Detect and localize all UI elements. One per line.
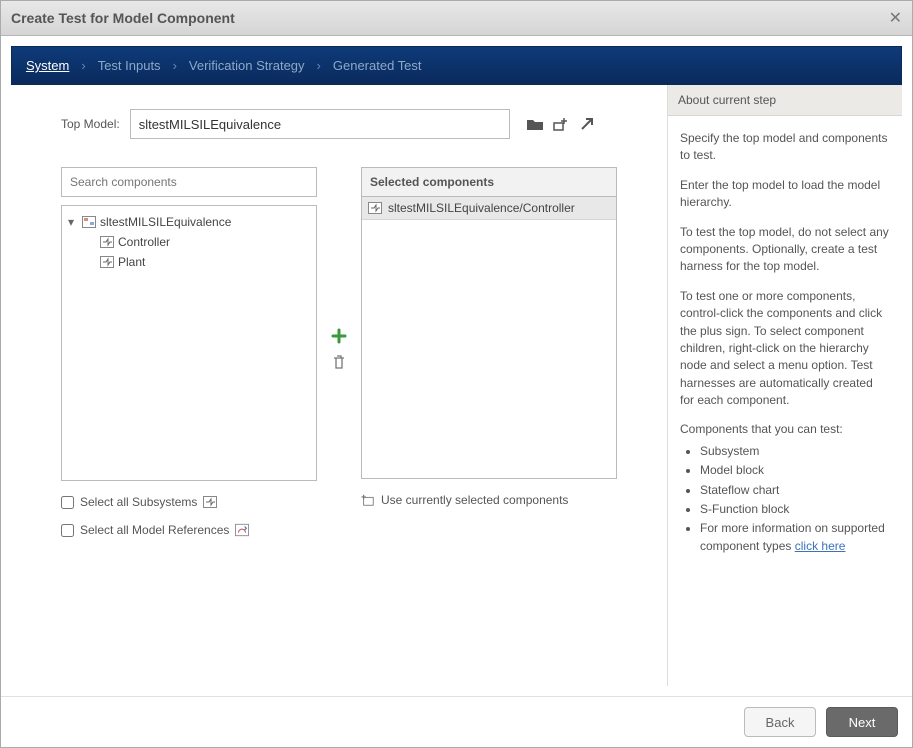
footer: Back Next <box>1 696 912 747</box>
body-row: Top Model: <box>11 85 902 686</box>
tree-node-label: Controller <box>118 235 170 249</box>
select-all-subsystems-row[interactable]: Select all Subsystems <box>61 495 317 509</box>
breadcrumb: System › Test Inputs › Verification Stra… <box>11 46 902 85</box>
tree-node-label: sltestMILSILEquivalence <box>100 215 231 229</box>
breadcrumb-step-system[interactable]: System <box>26 58 69 73</box>
selected-item-label: sltestMILSILEquivalence/Controller <box>388 201 575 215</box>
about-bullet-more-info: For more information on supported compon… <box>700 520 890 555</box>
add-component-button[interactable] <box>330 327 348 345</box>
selected-components-list[interactable]: sltestMILSILEquivalence/Controller <box>361 196 617 479</box>
breadcrumb-step-verification[interactable]: Verification Strategy <box>189 58 305 73</box>
search-components-input[interactable] <box>61 167 317 197</box>
available-column: ▾ sltestMILSILEquivalence <box>61 167 317 537</box>
selected-components-header: Selected components <box>361 167 617 197</box>
top-model-label: Top Model: <box>61 117 120 131</box>
select-all-subsystems-label: Select all Subsystems <box>80 495 197 509</box>
top-model-row: Top Model: <box>61 109 617 139</box>
about-bullet-list: Subsystem Model block Stateflow chart S-… <box>680 443 890 555</box>
model-reference-icon <box>235 524 249 536</box>
titlebar: Create Test for Model Component ✕ <box>1 1 912 36</box>
left-panel: Top Model: <box>11 85 667 686</box>
selected-item[interactable]: sltestMILSILEquivalence/Controller <box>362 197 616 220</box>
about-panel: About current step Specify the top model… <box>667 85 902 686</box>
select-all-modelrefs-row[interactable]: Select all Model References <box>61 523 317 537</box>
select-all-modelrefs-label: Select all Model References <box>80 523 229 537</box>
breadcrumb-step-generated-test[interactable]: Generated Test <box>333 58 422 73</box>
subsystem-block-icon <box>100 236 114 248</box>
window-title: Create Test for Model Component <box>11 10 235 26</box>
about-paragraph: Specify the top model and components to … <box>680 130 890 165</box>
about-header: About current step <box>668 85 902 116</box>
open-external-icon[interactable] <box>578 116 596 132</box>
select-all-subsystems-checkbox[interactable] <box>61 496 74 509</box>
tree-child-node[interactable]: Controller <box>66 232 312 252</box>
top-model-toolbar <box>526 116 596 132</box>
next-button[interactable]: Next <box>826 707 898 737</box>
tree-child-node[interactable]: Plant <box>66 252 312 272</box>
about-paragraph: Enter the top model to load the model hi… <box>680 177 890 212</box>
use-currently-selected-button[interactable]: Use currently selected components <box>361 493 617 507</box>
select-all-modelrefs-checkbox[interactable] <box>61 524 74 537</box>
about-bullet: Stateflow chart <box>700 482 890 499</box>
chevron-right-icon: › <box>317 58 321 73</box>
subsystem-block-icon <box>203 496 217 508</box>
model-block-icon <box>82 216 96 228</box>
subsystem-block-icon <box>100 256 114 268</box>
about-bullet: S-Function block <box>700 501 890 518</box>
remove-component-button[interactable] <box>330 353 348 371</box>
more-info-link[interactable]: click here <box>795 539 846 553</box>
chevron-right-icon: › <box>81 58 85 73</box>
about-paragraph: To test the top model, do not select any… <box>680 224 890 276</box>
add-from-current-icon[interactable] <box>552 116 570 132</box>
about-paragraph: To test one or more components, control-… <box>680 288 890 410</box>
tree-collapse-icon[interactable]: ▾ <box>68 215 78 229</box>
about-bullet: Model block <box>700 462 890 479</box>
use-currently-selected-label: Use currently selected components <box>381 493 568 507</box>
add-selection-icon <box>361 494 375 506</box>
tree-node-label: Plant <box>118 255 145 269</box>
about-list-intro: Components that you can test: <box>680 421 890 438</box>
breadcrumb-step-test-inputs[interactable]: Test Inputs <box>98 58 161 73</box>
close-icon[interactable]: ✕ <box>889 8 902 28</box>
top-model-input[interactable] <box>130 109 510 139</box>
about-body: Specify the top model and components to … <box>668 116 902 571</box>
chevron-right-icon: › <box>173 58 177 73</box>
transfer-buttons <box>325 167 353 371</box>
selected-column: Selected components sltestMILSILEquivale… <box>361 167 617 507</box>
content-area: System › Test Inputs › Verification Stra… <box>1 36 912 696</box>
dialog-window: Create Test for Model Component ✕ System… <box>0 0 913 748</box>
about-bullet: Subsystem <box>700 443 890 460</box>
back-button[interactable]: Back <box>744 707 816 737</box>
component-columns: ▾ sltestMILSILEquivalence <box>61 167 617 537</box>
tree-root-node[interactable]: ▾ sltestMILSILEquivalence <box>66 212 312 232</box>
browse-folder-icon[interactable] <box>526 116 544 132</box>
subsystem-block-icon <box>368 202 382 214</box>
component-tree[interactable]: ▾ sltestMILSILEquivalence <box>61 205 317 481</box>
